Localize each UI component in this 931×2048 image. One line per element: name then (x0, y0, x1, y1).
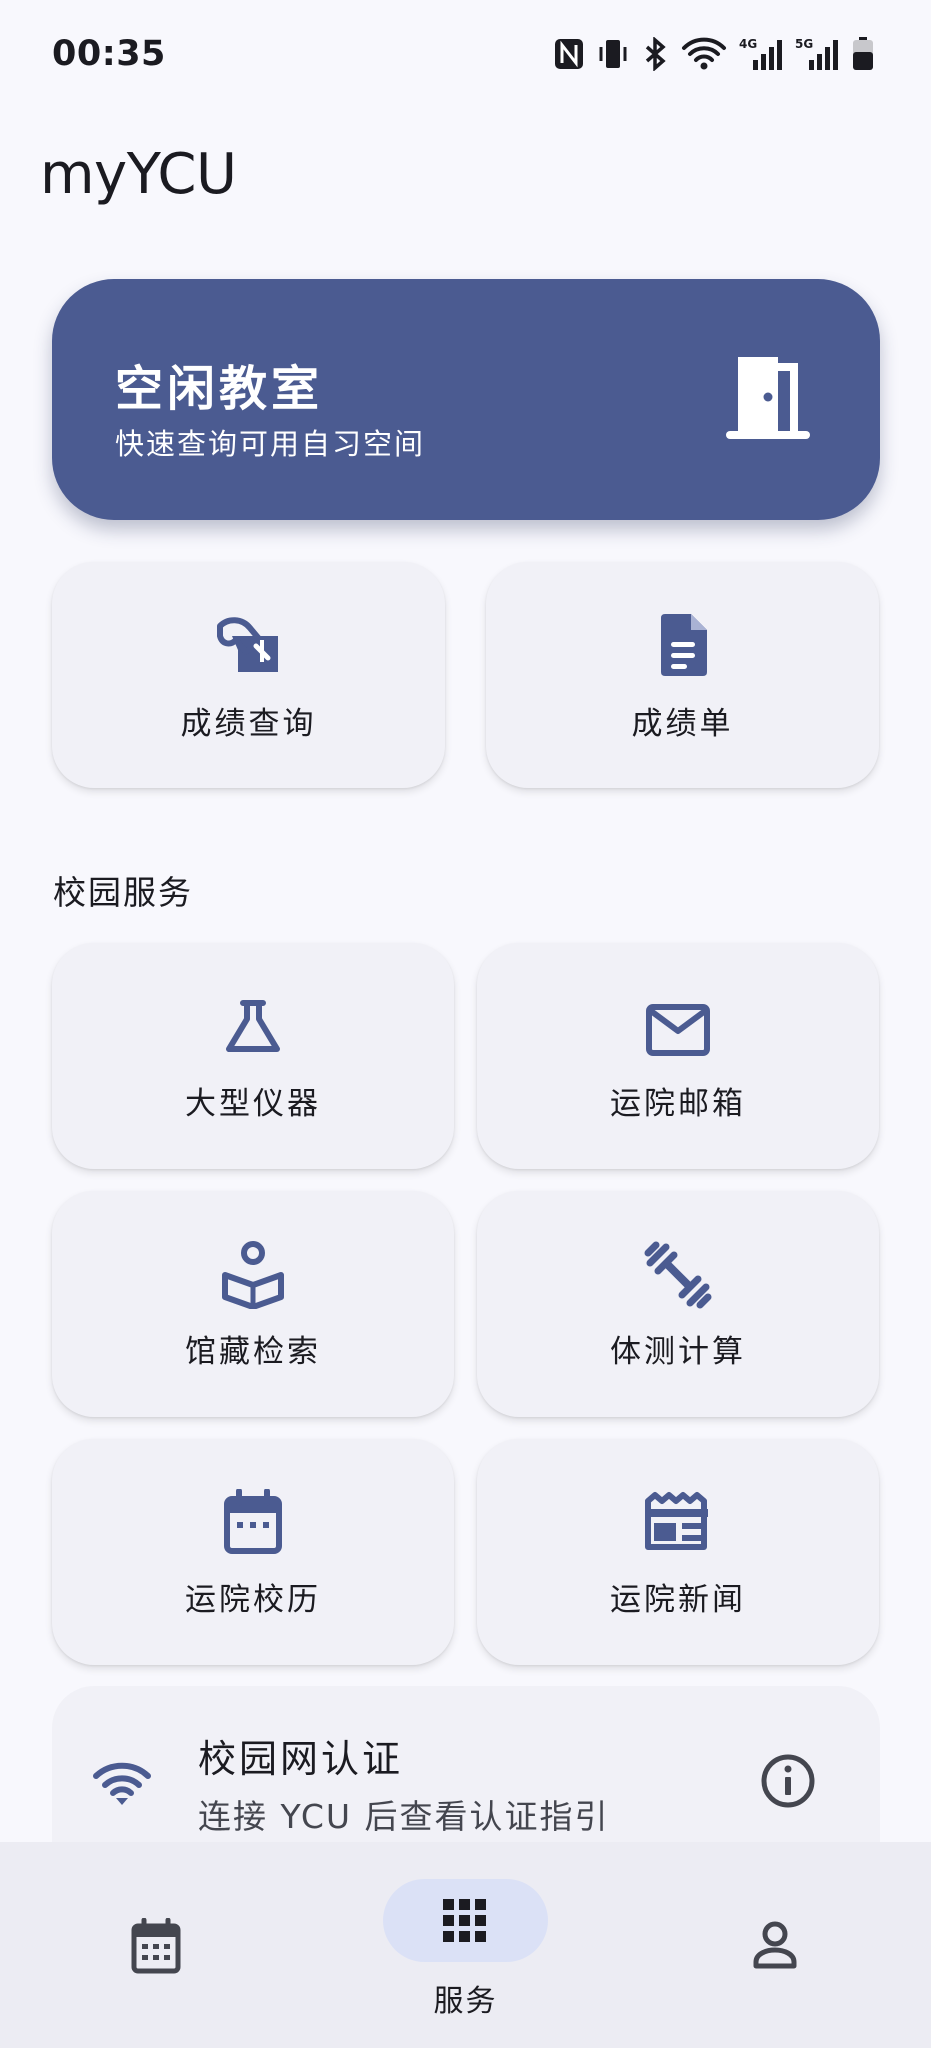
nav-schedule-tab[interactable] (131, 1917, 181, 1978)
hero-title: 空闲教室 (115, 361, 324, 417)
hero-subtitle: 快速查询可用自习空间 (115, 427, 426, 461)
nav-services-tab[interactable] (383, 1879, 548, 1962)
signal-4g-icon: 4G (739, 36, 783, 76)
info-icon[interactable] (760, 1753, 816, 1813)
flask-icon (223, 999, 283, 1059)
nav-profile-tab[interactable] (752, 1920, 798, 1974)
wifi-icon (92, 1760, 152, 1812)
mail-icon (645, 1003, 711, 1061)
library-card[interactable]: 馆藏检索 (52, 1191, 454, 1417)
fitness-card[interactable]: 体测计算 (477, 1191, 879, 1417)
document-icon (655, 612, 711, 682)
free-classroom-card[interactable]: 空闲教室 快速查询可用自习空间 (52, 279, 880, 520)
nfc-icon (553, 37, 585, 75)
battery-icon (851, 36, 875, 76)
campus-services-title: 校园服务 (53, 873, 193, 912)
vibrate-icon (597, 37, 629, 75)
library-label: 馆藏检索 (185, 1334, 321, 1370)
app-title: myYCU (40, 142, 237, 207)
transcript-card[interactable]: 成绩单 (486, 562, 879, 788)
calendar-icon (131, 1917, 181, 1974)
status-icons: 4G 5G (553, 36, 875, 76)
fitness-label: 体测计算 (610, 1334, 746, 1370)
news-card[interactable]: 运院新闻 (477, 1439, 879, 1665)
door-open-icon (724, 353, 812, 447)
instrument-label: 大型仪器 (185, 1086, 321, 1122)
apps-grid-icon (443, 1899, 486, 1942)
signal-5g-icon: 5G (795, 36, 839, 76)
grade-query-label: 成绩查询 (180, 706, 317, 742)
bottom-navigation: 服务 (0, 1842, 931, 2048)
wifi-status-icon (681, 36, 727, 76)
status-time: 00:35 (52, 34, 166, 74)
transcript-label: 成绩单 (631, 706, 734, 742)
calendar-icon (223, 1488, 283, 1559)
svg-text:4G: 4G (739, 37, 757, 51)
network-title: 校园网认证 (198, 1737, 404, 1781)
news-label: 运院新闻 (610, 1582, 746, 1618)
person-icon (753, 1921, 797, 1969)
calendar-card[interactable]: 运院校历 (52, 1439, 454, 1665)
grade-search-icon (216, 616, 282, 680)
grade-query-card[interactable]: 成绩查询 (52, 562, 445, 788)
network-subtitle: 连接 YCU 后查看认证指引 (198, 1797, 610, 1836)
bluetooth-icon (641, 36, 669, 75)
nav-services-label: 服务 (433, 1984, 498, 2019)
mail-label: 运院邮箱 (610, 1086, 746, 1122)
news-icon (644, 1491, 712, 1557)
instrument-card[interactable]: 大型仪器 (52, 943, 454, 1169)
mail-card[interactable]: 运院邮箱 (477, 943, 879, 1169)
fitness-icon (644, 1241, 712, 1313)
svg-text:5G: 5G (795, 37, 813, 51)
library-icon (221, 1239, 285, 1313)
calendar-label: 运院校历 (185, 1582, 321, 1618)
